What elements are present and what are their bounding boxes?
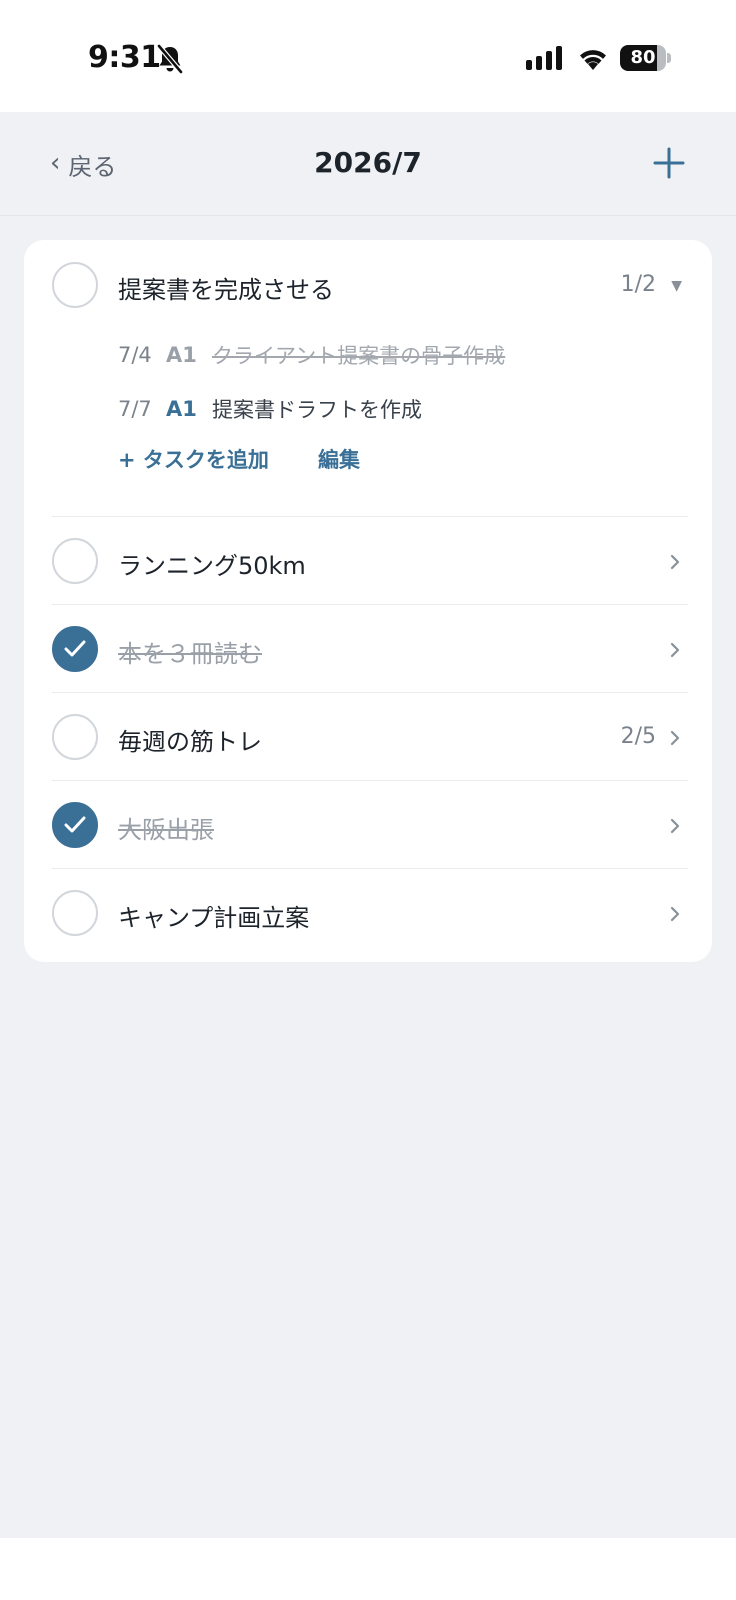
- goal-title[interactable]: キャンプ計画立案: [118, 898, 309, 933]
- chevron-right-icon[interactable]: [668, 816, 682, 836]
- goal-checkbox[interactable]: [52, 890, 98, 936]
- chevron-right-icon[interactable]: [668, 904, 682, 924]
- battery-indicator: 80: [620, 45, 671, 71]
- chevron-right-icon[interactable]: [668, 552, 682, 572]
- nav-bar: ‹ 戻る 2026/7: [0, 112, 736, 216]
- battery-level: 80: [630, 47, 656, 68]
- goal-checkbox[interactable]: [52, 626, 98, 672]
- goal-list-card: 提案書を完成させる 1/2 ▼ 7/4 A1 クライアント提案書の骨子作成 7/…: [24, 240, 712, 962]
- goal-checkbox[interactable]: [52, 262, 98, 308]
- goal-checkbox[interactable]: [52, 538, 98, 584]
- goal-progress-count: 1/2: [620, 272, 656, 297]
- task-date: 7/4: [118, 343, 152, 367]
- task-row[interactable]: 7/7 A1 提案書ドラフトを作成: [118, 392, 422, 426]
- wifi-icon: [580, 50, 606, 70]
- chevron-right-icon[interactable]: [668, 640, 682, 660]
- checkmark-icon: [64, 816, 86, 833]
- divider: [52, 780, 688, 781]
- status-bar: 9:31 80: [0, 0, 736, 112]
- goal-progress-count: 2/5: [620, 724, 656, 749]
- add-task-link[interactable]: + タスクを追加: [118, 444, 269, 474]
- task-tag: A1: [166, 397, 197, 421]
- task-date: 7/7: [118, 397, 152, 421]
- edit-link[interactable]: 編集: [318, 444, 360, 474]
- task-row[interactable]: 7/4 A1 クライアント提案書の骨子作成: [118, 338, 505, 372]
- caret-down-icon[interactable]: ▼: [671, 278, 682, 294]
- divider: [52, 692, 688, 693]
- goal-title[interactable]: ランニング50km: [118, 546, 306, 581]
- task-tag: A1: [166, 343, 197, 367]
- goal-checkbox[interactable]: [52, 802, 98, 848]
- task-text: クライアント提案書の骨子作成: [212, 344, 506, 368]
- cellular-signal-icon: [526, 46, 562, 70]
- goal-checkbox[interactable]: [52, 714, 98, 760]
- status-time: 9:31: [88, 40, 161, 75]
- bell-slash-icon: [157, 44, 183, 74]
- goal-title[interactable]: 毎週の筋トレ: [118, 722, 262, 757]
- goal-title[interactable]: 本を３冊読む: [118, 634, 262, 669]
- divider: [52, 868, 688, 869]
- divider: [52, 516, 688, 517]
- goal-title[interactable]: 大阪出張: [118, 810, 214, 845]
- page-title: 2026/7: [314, 146, 422, 179]
- bottom-bar: [0, 1538, 736, 1600]
- chevron-right-icon[interactable]: [668, 728, 682, 748]
- goal-title[interactable]: 提案書を完成させる: [118, 270, 334, 305]
- task-text: 提案書ドラフトを作成: [212, 398, 422, 422]
- add-button[interactable]: [652, 146, 686, 180]
- divider: [52, 604, 688, 605]
- checkmark-icon: [64, 640, 86, 657]
